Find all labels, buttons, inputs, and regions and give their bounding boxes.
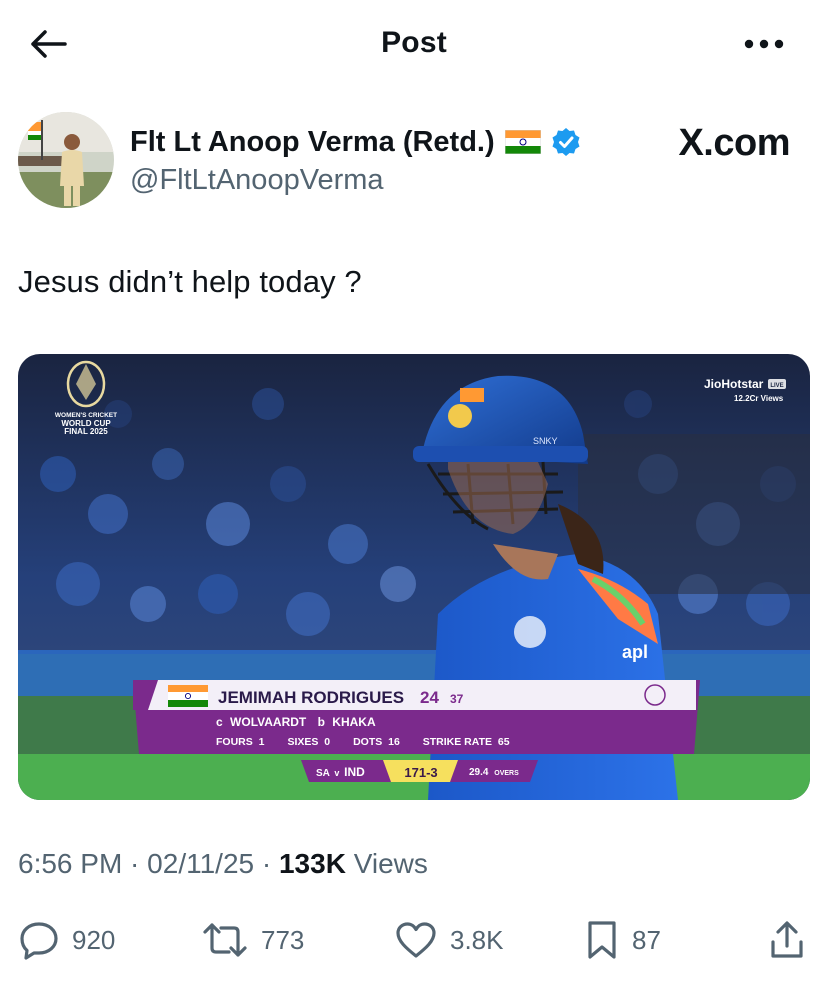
views-overlay: 12.2Cr Views <box>734 394 784 403</box>
repost-icon <box>203 923 247 957</box>
action-bar: 920 773 3.8K 87 <box>18 912 810 968</box>
post-timestamp-row: 6:56 PM · 02/11/25 · 133K Views <box>18 848 428 880</box>
team-versus: v <box>334 768 339 778</box>
broadcast-screenshot: apl SNKY WOMEN'S CRICKET WORLD CUP FINAL… <box>18 354 810 800</box>
event-line-1: WOMEN'S CRICKET <box>55 412 117 419</box>
separator-dot: · <box>254 848 279 879</box>
reply-icon <box>20 922 58 960</box>
site-watermark: X.com <box>678 122 790 164</box>
post-text: Jesus didn’t help today ? <box>18 264 362 299</box>
like-count: 3.8K <box>450 924 504 955</box>
repost-button[interactable]: 773 <box>201 912 304 968</box>
more-horizontal-icon <box>744 39 784 49</box>
author-name[interactable]: Flt Lt Anoop Verma (Retd.) <box>130 126 495 159</box>
svg-text:c WOLVAARDT b: c WOLVAARDT b KHAKA <box>216 715 376 729</box>
overs-label: OVERS <box>494 770 519 777</box>
fours-value: 1 <box>259 736 265 748</box>
svg-text:SA v IND: SA v IND <box>316 765 365 779</box>
repost-count: 773 <box>261 924 305 955</box>
team-sa: SA <box>316 768 330 779</box>
separator-dot: · <box>122 848 148 879</box>
fielder-name: WOLVAARDT <box>230 715 307 729</box>
share-button[interactable] <box>768 912 806 968</box>
avatar-photo <box>18 112 114 208</box>
dots-value: 16 <box>388 736 400 748</box>
sixes-value: 0 <box>324 736 330 748</box>
bowler-name: KHAKA <box>332 715 376 729</box>
post-author: Flt Lt Anoop Verma (Retd.) @FltLtAnoopVe… <box>18 112 810 212</box>
post-media-image[interactable]: apl SNKY WOMEN'S CRICKET WORLD CUP FINAL… <box>18 354 810 800</box>
views-label: Views <box>345 848 428 879</box>
overs-value: 29.4 <box>469 767 489 778</box>
bookmark-icon <box>588 921 616 959</box>
sixes-label: SIXES <box>287 736 318 748</box>
author-name-row: Flt Lt Anoop Verma (Retd.) <box>130 122 581 162</box>
batter-runs: 24 <box>420 688 439 707</box>
author-handle[interactable]: @FltLtAnoopVerma <box>130 164 384 197</box>
broadcaster-name: JioHotstar <box>704 377 764 391</box>
more-options-button[interactable] <box>736 28 792 60</box>
post-date[interactable]: 02/11/25 <box>147 848 254 879</box>
dismissal-c: c <box>216 715 223 729</box>
top-bar: Post <box>0 0 828 90</box>
heart-icon <box>396 922 436 958</box>
dismissal-b: b <box>318 715 325 729</box>
helmet-sponsor: SNKY <box>533 436 558 446</box>
reply-button[interactable]: 920 <box>18 912 115 968</box>
verified-badge-icon[interactable] <box>551 127 581 157</box>
bookmark-count: 87 <box>632 924 661 955</box>
batter-name: JEMIMAH RODRIGUES <box>218 688 404 707</box>
share-icon <box>771 921 803 958</box>
bookmark-button[interactable]: 87 <box>584 912 661 968</box>
svg-text:FOURS 1 SIXES: FOURS 1 SIXES 0 DOTS 16 STRIKE RATE 65 <box>216 736 510 748</box>
reply-count: 920 <box>72 924 116 955</box>
event-line-3: FINAL 2025 <box>64 427 108 436</box>
live-badge: LIVE <box>770 383 783 389</box>
like-button[interactable]: 3.8K <box>394 912 504 968</box>
dots-label: DOTS <box>353 736 382 748</box>
post-time[interactable]: 6:56 PM <box>18 848 122 879</box>
avatar[interactable] <box>18 112 114 208</box>
fours-label: FOURS <box>216 736 253 748</box>
india-flag-icon <box>504 130 541 154</box>
views-count[interactable]: 133K <box>279 848 346 879</box>
strike-rate-value: 65 <box>498 736 510 748</box>
team-score: 171-3 <box>404 765 437 780</box>
page-title: Post <box>381 26 447 59</box>
strike-rate-label: STRIKE RATE <box>423 736 492 748</box>
team-ind: IND <box>344 765 365 779</box>
batter-balls: 37 <box>450 692 464 706</box>
jersey-sponsor: apl <box>622 642 648 662</box>
